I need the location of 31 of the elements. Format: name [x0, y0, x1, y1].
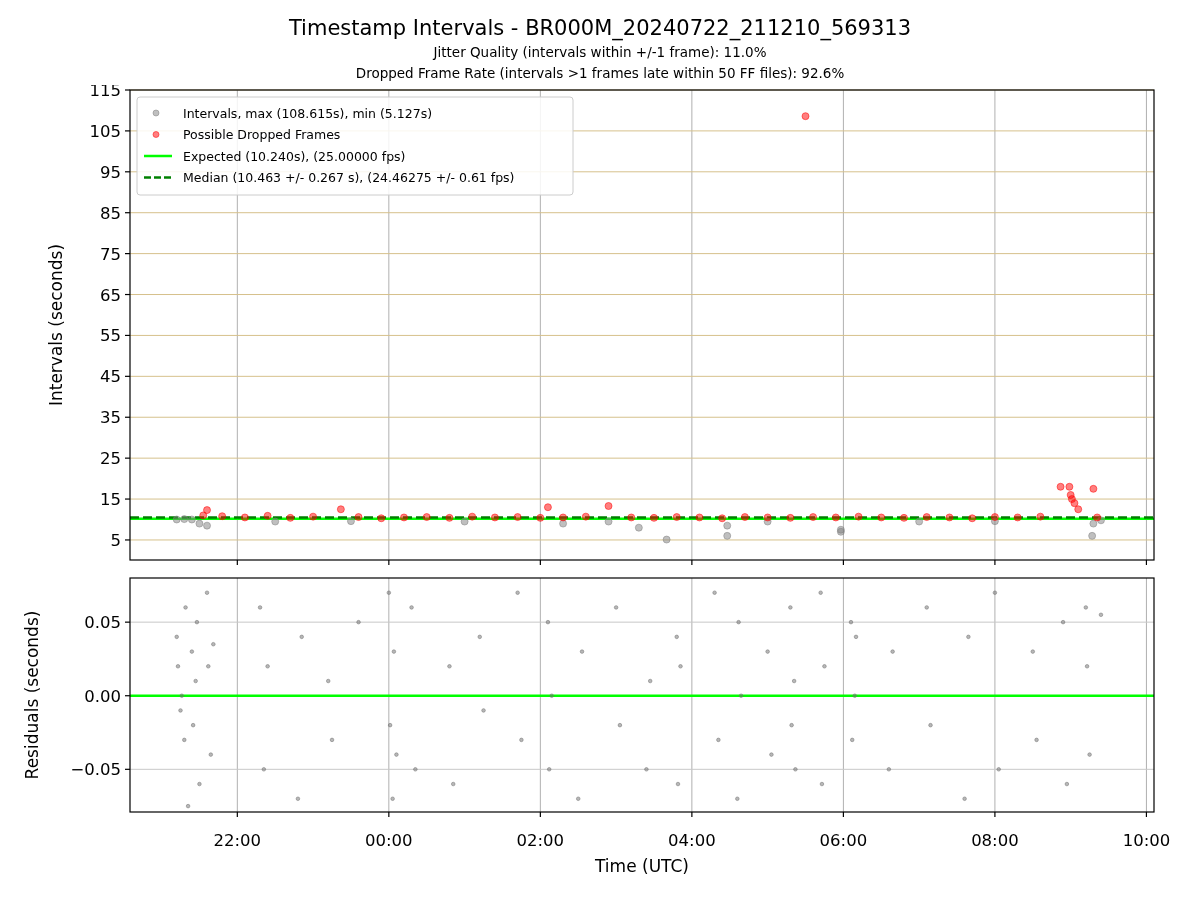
tick-label: 10:00	[1122, 831, 1171, 850]
tick-label: 02:00	[516, 831, 565, 850]
tick-label: 0.05	[84, 613, 121, 633]
tick-label: 35	[100, 408, 121, 428]
tick-label: 08:00	[971, 831, 1019, 850]
chart-subtitle: Dropped Frame Rate (intervals >1 frames late within 50 FF files): 92.6%	[355, 64, 845, 83]
tick-label: 15	[100, 490, 121, 510]
tick-label: 25	[100, 449, 121, 469]
tick-label: 22:00	[213, 831, 262, 850]
tick-label: 0.00	[84, 686, 121, 706]
legend-label: Intervals, max (108.615s), min (5.127s)	[183, 105, 433, 121]
axis-label: Residuals (seconds)	[22, 610, 42, 780]
tick-label: 95	[100, 162, 121, 182]
tick-label: 55	[100, 326, 121, 346]
tick-label: 65	[100, 285, 121, 305]
tick-label: 06:00	[819, 831, 868, 850]
legend-label: Median (10.463 +/- 0.267 s), (24.46275 +/- 0.61 fps)	[183, 170, 515, 185]
chart-title: Timestamp Intervals - BR000M_20240722_211210_569313	[288, 15, 912, 42]
tick-label: −0.05	[70, 760, 121, 780]
tick-label: 85	[100, 203, 121, 223]
tick-label: 45	[100, 367, 121, 387]
axis-label: Time (UTC)	[595, 856, 689, 876]
chart-subtitle: Jitter Quality (intervals within +/-1 frame): 11.0%	[433, 43, 767, 62]
tick-label: 00:00	[365, 831, 413, 850]
legend-label: Expected (10.240s), (25.00000 fps)	[183, 148, 406, 164]
axis-label: Intervals (seconds)	[46, 243, 66, 407]
tick-label: 5	[110, 530, 121, 550]
tick-label: 105	[89, 121, 121, 141]
tick-label: 75	[100, 244, 121, 264]
legend-label: Possible Dropped Frames	[183, 127, 341, 142]
tick-label: 04:00	[668, 831, 716, 850]
